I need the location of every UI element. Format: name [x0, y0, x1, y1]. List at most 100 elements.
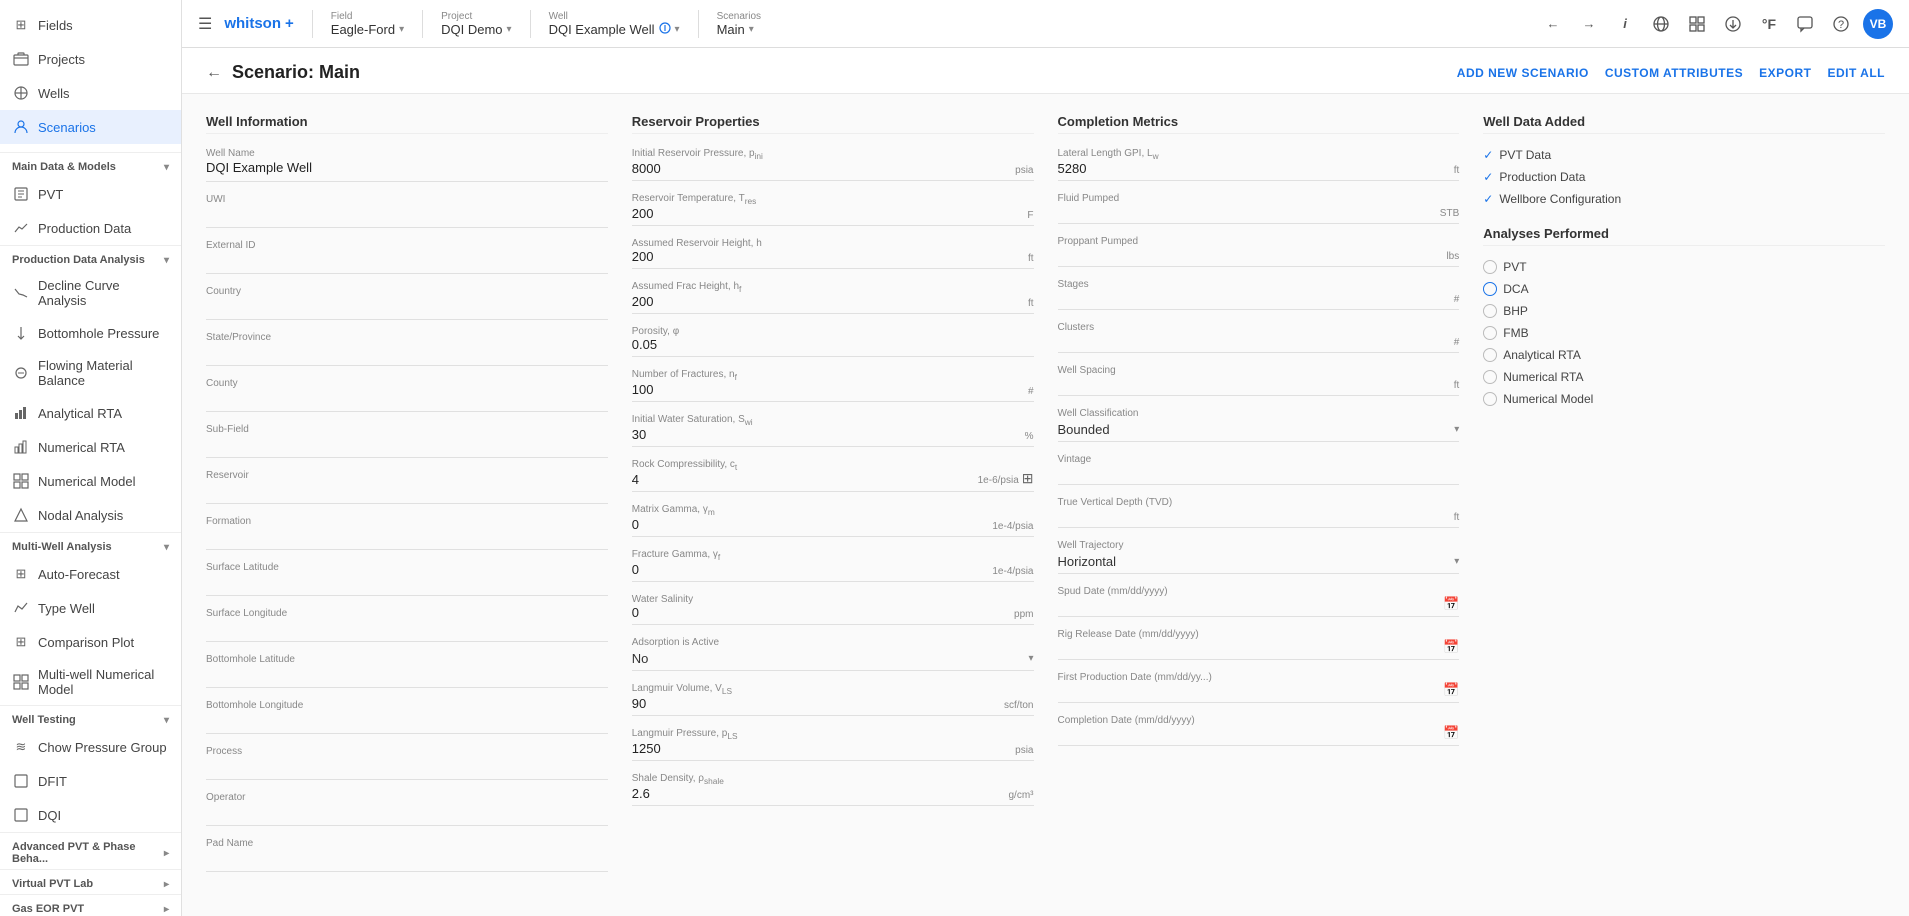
sidebar-section-gas-eor[interactable]: Gas EOR PVT ▸ [0, 895, 181, 916]
proppant-pumped-value[interactable] [1058, 247, 1139, 262]
fracture-gamma-value[interactable]: 0 [632, 562, 720, 577]
sidebar-section-advanced-pvt[interactable]: Advanced PVT & Phase Beha... ▸ [0, 833, 181, 869]
rig-release-date-value[interactable] [1058, 640, 1199, 655]
porosity-value[interactable]: 0.05 [632, 337, 679, 352]
grid-icon[interactable] [1683, 10, 1711, 38]
first-production-calendar-icon[interactable]: 📅 [1443, 682, 1459, 698]
uwi-value[interactable] [206, 206, 608, 228]
sidebar-item-numerical-model[interactable]: Numerical Model [0, 464, 181, 498]
spud-date-value[interactable] [1058, 597, 1168, 612]
initial-reservoir-pressure-value[interactable]: 8000 [632, 161, 763, 176]
sidebar-section-main-data-models[interactable]: Main Data & Models ▾ [0, 153, 181, 177]
num-fractures-value[interactable]: 100 [632, 382, 737, 397]
sub-field-value[interactable] [206, 436, 608, 458]
sidebar-section-production-analysis[interactable]: Production Data Analysis ▾ [0, 246, 181, 270]
well-classification-dropdown[interactable]: Bounded ▾ [1058, 422, 1460, 442]
vintage-field: Vintage [1058, 454, 1460, 485]
sidebar-section-well-testing[interactable]: Well Testing ▾ [0, 706, 181, 730]
custom-attributes-button[interactable]: CUSTOM ATTRIBUTES [1605, 66, 1743, 80]
well-name-value[interactable]: DQI Example Well [206, 160, 608, 182]
sidebar-item-nodal-analysis[interactable]: Nodal Analysis [0, 498, 181, 532]
sidebar-item-analytical-rta[interactable]: Analytical RTA [0, 396, 181, 430]
process-value[interactable] [206, 758, 608, 780]
vintage-value[interactable] [1058, 465, 1092, 480]
state-province-value[interactable] [206, 344, 608, 366]
sidebar-item-dqi[interactable]: DQI [0, 798, 181, 832]
spud-date-calendar-icon[interactable]: 📅 [1443, 596, 1459, 612]
operator-value[interactable] [206, 804, 608, 826]
reservoir-temperature-value[interactable]: 200 [632, 206, 757, 221]
shale-density-value[interactable]: 2.6 [632, 786, 724, 801]
sidebar-item-projects[interactable]: Projects [0, 42, 181, 76]
bottomhole-latitude-value[interactable] [206, 666, 608, 688]
assumed-reservoir-height-value[interactable]: 200 [632, 249, 762, 264]
sidebar-item-fields[interactable]: ⊞ Fields [0, 8, 181, 42]
svg-text:?: ? [1838, 19, 1844, 31]
lateral-length-value[interactable]: 5280 [1058, 161, 1159, 176]
project-dropdown[interactable]: DQI Demo ▾ [441, 22, 511, 37]
rig-release-calendar-icon[interactable]: 📅 [1443, 639, 1459, 655]
globe-icon[interactable] [1647, 10, 1675, 38]
sidebar-item-dfit[interactable]: DFIT [0, 764, 181, 798]
stages-value[interactable] [1058, 290, 1089, 305]
well-spacing-value[interactable] [1058, 376, 1116, 391]
sidebar-item-decline-curve-analysis[interactable]: Decline Curve Analysis [0, 270, 181, 316]
rock-compressibility-calc-icon[interactable]: ⊞ [1022, 470, 1034, 487]
forward-nav-icon[interactable]: → [1575, 10, 1603, 38]
info-icon[interactable]: i [1611, 10, 1639, 38]
field-dropdown[interactable]: Eagle-Ford ▾ [331, 22, 404, 37]
temperature-icon[interactable]: °F [1755, 10, 1783, 38]
country-value[interactable] [206, 298, 608, 320]
sidebar-item-pvt[interactable]: PVT [0, 177, 181, 211]
sidebar-item-comparison-plot[interactable]: ⊞ Comparison Plot [0, 625, 181, 659]
scenario-dropdown[interactable]: Main ▾ [717, 22, 761, 37]
surface-longitude-value[interactable] [206, 620, 608, 642]
fluid-pumped-value[interactable] [1058, 204, 1120, 219]
download-icon[interactable] [1719, 10, 1747, 38]
chat-icon[interactable] [1791, 10, 1819, 38]
well-dropdown[interactable]: DQI Example Well ▾ [549, 22, 680, 37]
well-trajectory-dropdown[interactable]: Horizontal ▾ [1058, 554, 1460, 574]
completion-date-value[interactable] [1058, 726, 1195, 741]
sidebar-item-numerical-rta[interactable]: Numerical RTA [0, 430, 181, 464]
county-value[interactable] [206, 390, 608, 412]
sidebar-item-type-well[interactable]: Type Well [0, 591, 181, 625]
sidebar-section-multi-well[interactable]: Multi-Well Analysis ▾ [0, 533, 181, 557]
reservoir-value[interactable] [206, 482, 608, 504]
menu-icon[interactable]: ☰ [198, 14, 212, 34]
rock-compressibility-value[interactable]: 4 [632, 472, 738, 487]
sidebar-item-wells[interactable]: Wells [0, 76, 181, 110]
export-button[interactable]: EXPORT [1759, 66, 1811, 80]
sidebar-item-bottomhole-pressure[interactable]: Bottomhole Pressure [0, 316, 181, 350]
add-new-scenario-button[interactable]: ADD NEW SCENARIO [1457, 66, 1589, 80]
sidebar-section-virtual-pvt[interactable]: Virtual PVT Lab ▸ [0, 870, 181, 894]
surface-latitude-value[interactable] [206, 574, 608, 596]
clusters-value[interactable] [1058, 333, 1095, 348]
formation-value[interactable] [206, 528, 608, 550]
user-avatar[interactable]: VB [1863, 9, 1893, 39]
sidebar-item-production-data[interactable]: Production Data [0, 211, 181, 245]
sidebar-item-multi-well-numerical[interactable]: Multi-well Numerical Model [0, 659, 181, 705]
water-salinity-value[interactable]: 0 [632, 605, 693, 620]
help-icon[interactable]: ? [1827, 10, 1855, 38]
tvd-value[interactable] [1058, 508, 1173, 523]
completion-date-calendar-icon[interactable]: 📅 [1443, 725, 1459, 741]
page-back-button[interactable]: ← [206, 64, 222, 82]
sidebar-item-auto-forecast[interactable]: ⊞ Auto-Forecast [0, 557, 181, 591]
langmuir-volume-value[interactable]: 90 [632, 696, 732, 711]
stages-unit: # [1454, 294, 1460, 305]
adsorption-dropdown[interactable]: No ▾ [632, 651, 1034, 671]
back-nav-icon[interactable]: ← [1539, 10, 1567, 38]
initial-water-saturation-value[interactable]: 30 [632, 427, 753, 442]
sidebar-item-scenarios[interactable]: Scenarios [0, 110, 181, 144]
sidebar-item-flowing-material-balance[interactable]: Flowing Material Balance [0, 350, 181, 396]
matrix-gamma-value[interactable]: 0 [632, 517, 715, 532]
first-production-date-value[interactable] [1058, 683, 1212, 698]
assumed-frac-height-value[interactable]: 200 [632, 294, 742, 309]
external-id-value[interactable] [206, 252, 608, 274]
sidebar-item-chow-pressure-group[interactable]: ≋ Chow Pressure Group [0, 730, 181, 764]
bottomhole-longitude-value[interactable] [206, 712, 608, 734]
langmuir-pressure-value[interactable]: 1250 [632, 741, 738, 756]
edit-all-button[interactable]: EDIT ALL [1827, 66, 1885, 80]
pad-name-value[interactable] [206, 850, 608, 872]
